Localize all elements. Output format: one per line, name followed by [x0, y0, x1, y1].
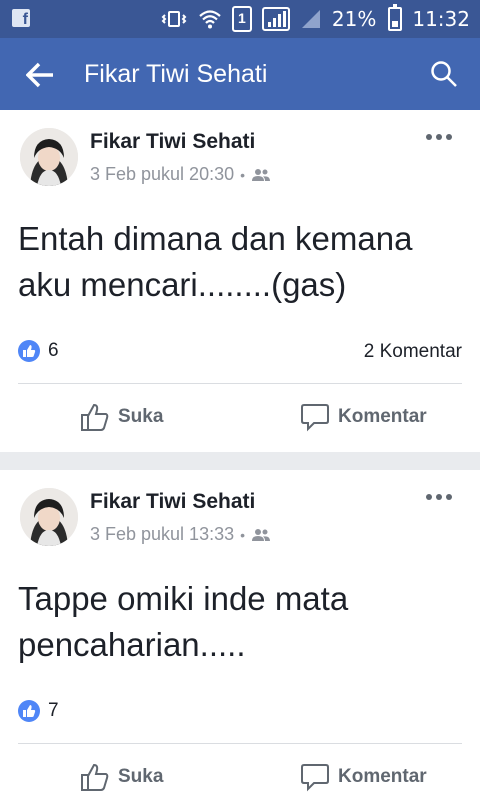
comment-bubble-icon [301, 404, 329, 432]
signal-empty-icon [300, 8, 322, 30]
thumbs-up-icon [81, 403, 109, 431]
app-bar: Fikar Tiwi Sehati [0, 38, 480, 110]
post-text: Entah dimana dan kemana aku mencari.....… [18, 220, 413, 303]
page-title: Fikar Tiwi Sehati [84, 60, 268, 88]
more-dot-icon [436, 494, 442, 500]
more-options-button[interactable] [426, 134, 452, 142]
reactions-summary[interactable]: 7 [18, 700, 59, 722]
like-reaction-icon [18, 340, 40, 362]
more-dot-icon [436, 134, 442, 140]
divider [18, 743, 462, 744]
thumbs-up-icon [81, 763, 109, 791]
friends-audience-icon [252, 168, 271, 181]
search-button[interactable] [430, 60, 458, 88]
like-button-label: Suka [118, 766, 164, 787]
back-button[interactable] [25, 62, 56, 88]
like-reaction-icon [18, 700, 40, 722]
vibrate-mute-icon [160, 9, 188, 29]
friends-audience-icon [252, 528, 271, 541]
battery-icon [388, 4, 403, 31]
battery-percent: 21% [331, 7, 377, 31]
comment-button[interactable]: Komentar [300, 402, 427, 432]
status-bar: 1 21% 11:32 [0, 0, 480, 38]
like-count: 7 [48, 700, 59, 721]
post-timestamp[interactable]: 3 Feb pukul 13:33 [90, 524, 234, 545]
signal-strength-icon [261, 7, 290, 31]
clock: 11:32 [412, 7, 470, 31]
divider [18, 383, 462, 384]
wifi-icon [198, 8, 222, 30]
like-button[interactable]: Suka [80, 762, 163, 792]
like-count: 6 [48, 340, 59, 361]
post-text: Tappe omiki inde mata pencaharian..... [18, 580, 349, 663]
more-dot-icon [446, 134, 452, 140]
comment-count-link[interactable]: 2 Komentar [364, 341, 462, 363]
like-button[interactable]: Suka [80, 402, 163, 432]
post-card: Fikar Tiwi Sehati 3 Feb pukul 20:30 • En… [0, 110, 480, 452]
avatar[interactable] [20, 128, 78, 186]
separator-dot: • [240, 166, 246, 183]
post-meta: 3 Feb pukul 13:33 • [90, 524, 271, 545]
comment-bubble-icon [301, 764, 329, 792]
avatar[interactable] [20, 488, 78, 546]
post-author[interactable]: Fikar Tiwi Sehati [90, 130, 255, 154]
facebook-notification-icon [12, 9, 30, 29]
comment-button[interactable]: Komentar [300, 762, 427, 792]
post-meta: 3 Feb pukul 20:30 • [90, 164, 271, 185]
search-icon [431, 61, 457, 87]
post-card: Fikar Tiwi Sehati 3 Feb pukul 13:33 • Ta… [0, 470, 480, 800]
more-dot-icon [446, 494, 452, 500]
sim-slot-badge: 1 [231, 6, 252, 32]
more-dot-icon [426, 134, 432, 140]
more-options-button[interactable] [426, 494, 452, 502]
back-arrow-icon [25, 62, 53, 88]
post-author[interactable]: Fikar Tiwi Sehati [90, 490, 255, 514]
comment-button-label: Komentar [338, 406, 427, 427]
like-button-label: Suka [118, 406, 164, 427]
post-timestamp[interactable]: 3 Feb pukul 20:30 [90, 164, 234, 185]
comment-button-label: Komentar [338, 766, 427, 787]
reactions-summary[interactable]: 6 [18, 340, 59, 362]
more-dot-icon [426, 494, 432, 500]
separator-dot: • [240, 526, 246, 543]
